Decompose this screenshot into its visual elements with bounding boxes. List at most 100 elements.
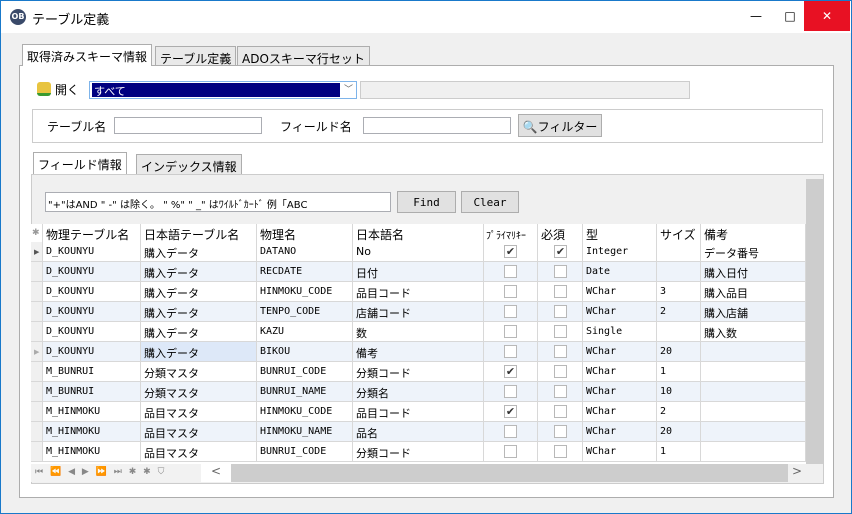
table-row[interactable]: D_KOUNYU 購入データ HINMOKU_CODE 品目コード WChar 3 購入品目 [31,282,806,302]
select-all-icon[interactable]: ✱ [31,224,43,244]
row-indicator-icon[interactable] [31,402,43,422]
find-button[interactable]: Find [397,191,456,213]
grid-cell[interactable]: 購入日付 [701,262,806,282]
row-indicator-icon[interactable] [31,422,43,442]
grid-cell[interactable]: 分類マスタ [141,362,257,382]
checkbox[interactable]: ✔ [504,245,517,258]
checkbox[interactable]: ✔ [504,365,517,378]
grid-cell[interactable]: 分類名 [353,382,484,402]
minimize-button[interactable]: — [739,1,773,31]
row-indicator-icon[interactable] [31,262,43,282]
scroll-left-icon[interactable]: < [201,464,231,482]
grid-cell[interactable]: 購入データ [141,262,257,282]
row-indicator-icon[interactable] [31,302,43,322]
column-header[interactable]: 物理テーブル名 [43,224,141,244]
table-row[interactable]: D_KOUNYU 購入データ RECDATE 日付 Date 購入日付 [31,262,806,282]
checkbox[interactable] [554,405,567,418]
clear-button[interactable]: Clear [461,191,519,213]
grid-cell[interactable]: 品名 [353,422,484,442]
grid-cell[interactable]: RECDATE [257,262,353,282]
column-header[interactable]: 物理名 [257,224,353,244]
grid-cell[interactable]: WChar [583,362,657,382]
grid-cell[interactable]: BUNRUI_NAME [257,382,353,402]
column-header[interactable]: 必須 [538,224,583,244]
grid-cell[interactable]: WChar [583,382,657,402]
grid-cell[interactable]: 品目コード [353,282,484,302]
navigator-button-icon[interactable]: ▶ [82,467,89,477]
navigator-button-icon[interactable]: ✱ [129,467,137,477]
open-label[interactable]: 開く [55,81,79,98]
checkbox[interactable] [554,265,567,278]
checkbox[interactable] [554,425,567,438]
tab-index-info[interactable]: インデックス情報 [136,154,242,174]
tab-schema-info[interactable]: 取得済みスキーマ情報 [22,44,153,66]
row-indicator-icon[interactable]: ▶ [31,342,43,362]
navigator-button-icon[interactable]: ⏪ [50,467,61,477]
grid-cell[interactable]: No [353,242,484,262]
grid-cell[interactable]: TENPO_CODE [257,302,353,322]
grid-cell[interactable] [701,382,806,402]
grid-cell[interactable]: M_HINMOKU [43,402,141,422]
grid-cell[interactable]: KAZU [257,322,353,342]
table-row[interactable]: M_BUNRUI 分類マスタ BUNRUI_NAME 分類名 WChar 10 [31,382,806,402]
row-indicator-icon[interactable] [31,362,43,382]
grid-cell[interactable]: 分類マスタ [141,382,257,402]
grid-cell[interactable]: 10 [657,382,701,402]
checkbox[interactable] [504,325,517,338]
column-header[interactable]: ﾌﾟﾗｲﾏﾘｷｰ [484,224,538,244]
column-header[interactable]: 型 [583,224,657,244]
horizontal-scrollbar[interactable]: < > [201,464,806,482]
chevron-down-icon[interactable]: ﹀ [341,82,356,98]
navigator-button-icon[interactable]: ✱ [143,467,151,477]
row-indicator-icon[interactable] [31,382,43,402]
grid-cell[interactable]: WChar [583,442,657,462]
grid-cell[interactable]: 購入数 [701,322,806,342]
navigator-button-icon[interactable]: ⛉ [158,467,165,477]
grid-cell[interactable]: Integer [583,242,657,262]
grid-cell[interactable]: WChar [583,282,657,302]
field-grid[interactable]: ✱ 物理テーブル名 日本語テーブル名 物理名 日本語名 ﾌﾟﾗｲﾏﾘｷｰ 必須型サイズ 備考 ▶… [31,224,806,464]
grid-cell[interactable] [701,342,806,362]
grid-cell[interactable]: 3 [657,282,701,302]
grid-cell[interactable]: 購入品目 [701,282,806,302]
grid-cell[interactable]: D_KOUNYU [43,282,141,302]
grid-cell[interactable]: 分類コード [353,442,484,462]
checkbox[interactable] [504,445,517,458]
table-row[interactable]: D_KOUNYU 購入データ TENPO_CODE 店舗コード WChar 2 購入店舗 [31,302,806,322]
grid-cell[interactable] [701,442,806,462]
grid-cell[interactable]: M_HINMOKU [43,422,141,442]
grid-cell[interactable]: 分類コード [353,362,484,382]
grid-cell[interactable]: 20 [657,422,701,442]
search-combo[interactable]: "+"はAND " -" は除く。 " %" " _" はﾜｲﾙﾄﾞｶｰﾄﾞ 例… [45,192,391,212]
navigator-button-icon[interactable]: ⏭ [114,467,122,477]
grid-cell[interactable]: 購入データ [141,322,257,342]
grid-cell[interactable]: 1 [657,362,701,382]
grid-cell[interactable]: 購入店舗 [701,302,806,322]
checkbox[interactable] [554,385,567,398]
checkbox[interactable] [504,305,517,318]
grid-cell[interactable]: M_BUNRUI [43,362,141,382]
grid-cell[interactable]: D_KOUNYU [43,342,141,362]
grid-cell[interactable]: 品目マスタ [141,422,257,442]
checkbox[interactable]: ✔ [504,405,517,418]
grid-cell[interactable]: WChar [583,422,657,442]
grid-cell[interactable]: HINMOKU_NAME [257,422,353,442]
grid-cell[interactable]: HINMOKU_CODE [257,402,353,422]
grid-cell[interactable]: M_BUNRUI [43,382,141,402]
grid-cell[interactable]: 2 [657,302,701,322]
table-row[interactable]: D_KOUNYU 購入データ KAZU 数 Single 購入数 [31,322,806,342]
grid-cell[interactable] [657,322,701,342]
grid-cell[interactable]: D_KOUNYU [43,242,141,262]
navigator-button-icon[interactable]: ⏩ [96,467,107,477]
column-header[interactable]: 日本語テーブル名 [141,224,257,244]
tab-field-info[interactable]: フィールド情報 [33,152,127,174]
grid-cell[interactable]: Single [583,322,657,342]
table-name-input[interactable] [114,117,262,134]
navigator-button-icon[interactable]: ◀ [68,467,75,477]
close-button[interactable]: ✕ [804,1,850,31]
column-header[interactable]: 備考 [701,224,806,244]
grid-cell[interactable]: 品目コード [353,402,484,422]
table-row[interactable]: M_HINMOKU 品目マスタ HINMOKU_CODE 品目コード ✔ WChar 2 [31,402,806,422]
maximize-button[interactable]: □ [773,1,807,31]
checkbox[interactable] [504,285,517,298]
